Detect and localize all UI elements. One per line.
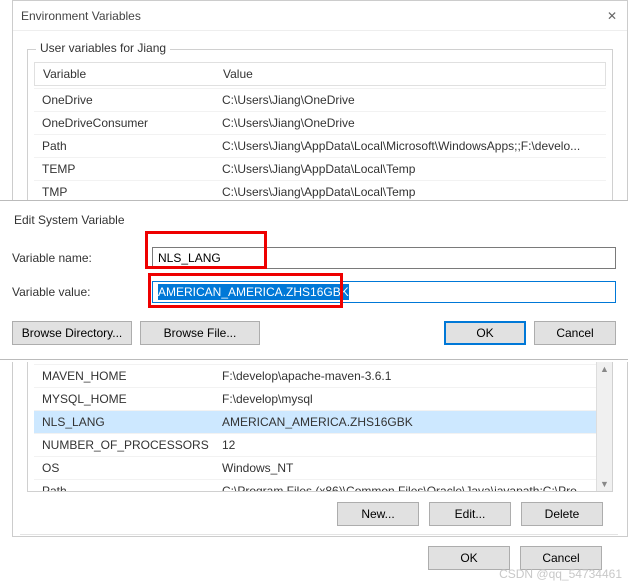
titlebar: Environment Variables ✕ — [13, 1, 627, 31]
selected-value-text: AMERICAN_AMERICA.ZHS16GBK — [158, 284, 349, 300]
table-row[interactable]: TEMP C:\Users\Jiang\AppData\Local\Temp — [34, 157, 606, 180]
var-name: TMP — [42, 185, 222, 199]
var-name: NLS_LANG — [42, 415, 222, 429]
edit-system-variable-dialog: Edit System Variable Variable name: Vari… — [0, 200, 628, 360]
environment-variables-dialog: Environment Variables ✕ User variables f… — [12, 0, 628, 219]
var-name: MAVEN_HOME — [42, 369, 222, 383]
ok-button[interactable]: OK — [444, 321, 526, 345]
table-row[interactable]: OS Windows_NT — [34, 456, 606, 479]
close-icon[interactable]: ✕ — [603, 7, 621, 25]
var-value: C:\Users\Jiang\AppData\Local\Temp — [222, 185, 598, 199]
system-variables-panel: MAVEN_HOME F:\develop\apache-maven-3.6.1… — [12, 362, 628, 537]
var-value: C:\Users\Jiang\AppData\Local\Microsoft\W… — [222, 139, 598, 153]
var-name: TEMP — [42, 162, 222, 176]
var-name: OneDrive — [42, 93, 222, 107]
var-value: C:\Users\Jiang\OneDrive — [222, 93, 598, 107]
var-value: C:\Users\Jiang\AppData\Local\Temp — [222, 162, 598, 176]
user-vars-header: Variable Value — [34, 62, 606, 86]
table-row[interactable]: NLS_LANG AMERICAN_AMERICA.ZHS16GBK — [34, 410, 606, 433]
var-value: AMERICAN_AMERICA.ZHS16GBK — [222, 415, 598, 429]
user-vars-body: OneDrive C:\Users\Jiang\OneDrive OneDriv… — [34, 86, 606, 203]
variable-name-label: Variable name: — [12, 251, 152, 265]
var-name: MYSQL_HOME — [42, 392, 222, 406]
dialog-title: Environment Variables — [21, 9, 141, 23]
scrollbar[interactable]: ▲ ▼ — [596, 362, 612, 491]
delete-button[interactable]: Delete — [521, 502, 603, 526]
table-row[interactable]: OneDriveConsumer C:\Users\Jiang\OneDrive — [34, 111, 606, 134]
edit-dialog-title: Edit System Variable — [12, 209, 616, 241]
col-variable-header[interactable]: Variable — [43, 67, 223, 81]
user-variables-group: User variables for Jiang Variable Value … — [27, 49, 613, 210]
var-name: OneDriveConsumer — [42, 116, 222, 130]
var-value: F:\develop\mysql — [222, 392, 598, 406]
ok-button[interactable]: OK — [428, 546, 510, 570]
browse-file-button[interactable]: Browse File... — [140, 321, 260, 345]
var-name: Path — [42, 139, 222, 153]
table-row[interactable]: OneDrive C:\Users\Jiang\OneDrive — [34, 88, 606, 111]
cancel-button[interactable]: Cancel — [534, 321, 616, 345]
variable-value-label: Variable value: — [12, 285, 152, 299]
col-value-header[interactable]: Value — [223, 67, 597, 81]
scroll-up-icon[interactable]: ▲ — [600, 364, 609, 374]
browse-directory-button[interactable]: Browse Directory... — [12, 321, 132, 345]
variable-name-input[interactable] — [152, 247, 616, 269]
system-vars-body: MAVEN_HOME F:\develop\apache-maven-3.6.1… — [34, 362, 606, 492]
edit-button[interactable]: Edit... — [429, 502, 511, 526]
var-value: C:\Program Files (x86)\Common Files\Orac… — [222, 484, 598, 492]
var-name: Path — [42, 484, 222, 492]
table-row[interactable]: NUMBER_OF_PROCESSORS 12 — [34, 433, 606, 456]
var-value: Windows_NT — [222, 461, 598, 475]
system-vars-buttons: New... Edit... Delete — [27, 492, 613, 536]
var-value: F:\develop\apache-maven-3.6.1 — [222, 369, 598, 383]
scroll-down-icon[interactable]: ▼ — [600, 479, 609, 489]
var-value: C:\Users\Jiang\OneDrive — [222, 116, 598, 130]
table-row[interactable]: MAVEN_HOME F:\develop\apache-maven-3.6.1 — [34, 364, 606, 387]
variable-value-row: Variable value: AMERICAN_AMERICA.ZHS16GB… — [12, 281, 616, 303]
variable-name-row: Variable name: — [12, 247, 616, 269]
new-button[interactable]: New... — [337, 502, 419, 526]
edit-dialog-buttons: Browse Directory... Browse File... OK Ca… — [12, 321, 616, 345]
system-variables-group: MAVEN_HOME F:\develop\apache-maven-3.6.1… — [27, 362, 613, 492]
var-value: 12 — [222, 438, 598, 452]
table-row[interactable]: Path C:\Users\Jiang\AppData\Local\Micros… — [34, 134, 606, 157]
var-name: OS — [42, 461, 222, 475]
table-row[interactable]: Path C:\Program Files (x86)\Common Files… — [34, 479, 606, 492]
variable-value-input[interactable]: AMERICAN_AMERICA.ZHS16GBK — [152, 281, 616, 303]
user-variables-label: User variables for Jiang — [36, 41, 170, 55]
table-row[interactable]: MYSQL_HOME F:\develop\mysql — [34, 387, 606, 410]
watermark: CSDN @qq_54734461 — [499, 567, 622, 581]
var-name: NUMBER_OF_PROCESSORS — [42, 438, 222, 452]
separator — [20, 534, 618, 535]
